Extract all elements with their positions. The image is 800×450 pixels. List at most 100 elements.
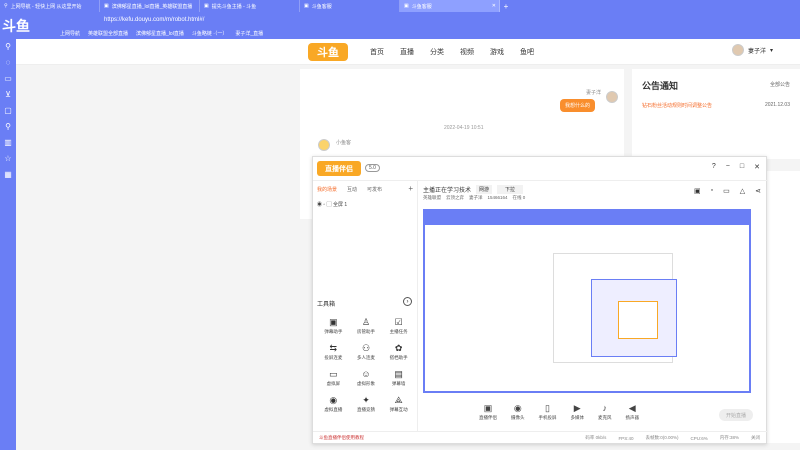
star-icon[interactable]: ☆: [4, 154, 11, 163]
sidebar-logo: 斗鱼: [2, 18, 30, 34]
tab-icon: ▣: [204, 3, 209, 9]
stream-main: 主播正在学习技术 网游 下拉 英雄联盟 云顶之弈 妻子洋 15466164 在线…: [419, 181, 767, 431]
status-bar: 斗鱼直播伴侣使用教程 码率 0kb/s FPS:40 丢帧数:0(0.00%) …: [313, 431, 768, 444]
nav-item[interactable]: 鱼吧: [520, 47, 534, 57]
user-name: 妻子洋: [748, 48, 767, 55]
notice-date: 2021.12.03: [764, 102, 790, 108]
start-live-button[interactable]: 开始直播: [719, 409, 753, 421]
source-button[interactable]: ♪ 麦克风: [598, 403, 612, 421]
bookmark-item[interactable]: 妻子洋_直播: [235, 30, 263, 37]
preview-bar: [425, 211, 749, 225]
help-icon[interactable]: ?: [712, 163, 716, 171]
tab-publish[interactable]: 可发布: [367, 186, 382, 193]
browser-tab[interactable]: ⚲ 上网导航 - 轻快上网 从这里开始: [0, 0, 100, 12]
site-logo[interactable]: 斗鱼: [308, 43, 348, 61]
tool-item[interactable]: ✦ 直播竞猜: [350, 395, 383, 413]
scene-item[interactable]: ◉ ▫ ▢ 全屏 1: [313, 198, 417, 211]
tool-item[interactable]: ◉ 虚拟直播: [317, 395, 350, 413]
source-button[interactable]: ◀ 扬声器: [626, 403, 640, 421]
close-tab-icon[interactable]: ✕: [492, 3, 496, 9]
add-icon[interactable]: +: [408, 185, 413, 193]
notice-title: 公告通知: [642, 81, 679, 91]
nav-item[interactable]: 首页: [370, 47, 384, 57]
url-field[interactable]: https://kefu.douyu.com/m/robot.html#/: [104, 17, 204, 23]
notice-item[interactable]: 钻石粉丝活动规则时间调整公告: [642, 102, 712, 109]
stream-title[interactable]: 主播正在学习技术: [423, 185, 471, 194]
tool-icon: ⚇: [361, 343, 371, 353]
tool-item[interactable]: ☑ 主播任务: [382, 317, 415, 335]
chat-icon[interactable]: ▭: [723, 187, 730, 195]
bell-icon[interactable]: △: [740, 187, 745, 195]
find-icon[interactable]: ⚲: [5, 122, 11, 131]
scene-tabs: 我的场景 互动 可发布 +: [313, 181, 417, 198]
tool-item[interactable]: ⚇ 多人连麦: [350, 343, 383, 361]
user-menu[interactable]: 妻子洋 ▾: [732, 44, 773, 56]
tab-my-scenes[interactable]: 我的场景: [317, 186, 337, 193]
close-link[interactable]: 关闭: [751, 435, 760, 441]
tab-interaction[interactable]: 互动: [347, 186, 357, 193]
tool-item[interactable]: ▤ 弹幕墙: [382, 369, 415, 387]
add-tool-button[interactable]: ›: [403, 297, 412, 306]
category-select[interactable]: 网游: [476, 184, 493, 194]
gift-icon[interactable]: ▣: [694, 187, 701, 195]
tool-item[interactable]: ☺ 虚拟形象: [350, 369, 383, 387]
tool-icon: ✿: [394, 343, 403, 353]
maximize-icon[interactable]: □: [740, 163, 744, 171]
tool-item[interactable]: ✿ 搭档助手: [382, 343, 415, 361]
browser-tab[interactable]: ▣ 斗鱼客服: [300, 0, 400, 12]
bookmark-item[interactable]: 上网导航: [60, 30, 80, 37]
nav-item[interactable]: 视频: [460, 47, 474, 57]
nav-item[interactable]: 游戏: [490, 47, 504, 57]
all-notices-link[interactable]: 全部公告: [770, 81, 790, 88]
sender-label: 妻子洋: [586, 90, 602, 96]
nav-item[interactable]: 分类: [430, 47, 444, 57]
tab-icon: ▣: [404, 3, 409, 9]
tool-item[interactable]: ♙ 房管助手: [350, 317, 383, 335]
reply-sender: 小鱼客: [336, 140, 352, 146]
source-button[interactable]: ▶ 多媒体: [571, 403, 585, 421]
nav-item[interactable]: 直播: [400, 47, 414, 57]
close-icon[interactable]: ✕: [754, 163, 760, 171]
tool-item[interactable]: ▣ 弹幕助手: [317, 317, 350, 335]
source-button[interactable]: ▣ 直播伴侣: [479, 403, 497, 421]
avatar: [318, 139, 330, 151]
source-icon: ▣: [483, 403, 493, 413]
new-tab-button[interactable]: +: [500, 0, 512, 12]
window-icon[interactable]: ▢: [4, 106, 12, 115]
chat-icon[interactable]: ◌: [6, 58, 11, 67]
source-icon: ◀: [628, 403, 636, 413]
grid-icon[interactable]: ▦: [4, 170, 12, 179]
source-button[interactable]: ◉ 摄像头: [511, 403, 525, 421]
eye-icon[interactable]: ◉: [317, 202, 322, 208]
browser-tab-bar: ⚲ 上网导航 - 轻快上网 从这里开始 ▣ 滨佛郁星直播_lol直播_英雄联盟直播 …: [0, 0, 800, 12]
tutorial-link[interactable]: 斗鱼直播伴侣使用教程: [319, 435, 364, 441]
minimize-icon[interactable]: −: [726, 163, 730, 171]
tool-item[interactable]: ⇆ 投屏连麦: [317, 343, 350, 361]
source-button[interactable]: ▯ 手机投屏: [539, 403, 557, 421]
window-titlebar: 直播伴侣 5.0 ? − □ ✕: [313, 157, 768, 181]
bookmark-item[interactable]: 斗鱼略链 ·（一）: [192, 30, 228, 37]
bookmark-item[interactable]: 滨佛郁星直播_lol直播: [136, 30, 184, 37]
tool-item[interactable]: ⟁ 弹幕互动: [382, 395, 415, 413]
tab-icon: ▣: [104, 3, 109, 9]
subcategory-select[interactable]: 下拉: [497, 184, 524, 194]
mail-icon[interactable]: ▭: [4, 74, 12, 83]
cart-icon[interactable]: ⊻: [5, 90, 11, 99]
browser-tab-active[interactable]: ▣ 斗鱼客服 ✕: [400, 0, 500, 12]
tool-icon: ♙: [361, 317, 371, 327]
info-item: 妻子洋: [469, 195, 483, 200]
tool-icon: ▤: [394, 369, 403, 379]
search-icon[interactable]: ⚲: [5, 42, 11, 51]
lock-icon[interactable]: ▫: [323, 202, 325, 208]
share-icon[interactable]: ⋖: [755, 187, 761, 195]
bookmark-item[interactable]: 英雄联盟全部直播: [88, 30, 128, 37]
browser-tab[interactable]: ▣ 提先斗鱼主播 - 斗鱼: [200, 0, 300, 12]
outgoing-message: 我想什么的: [560, 99, 596, 112]
browser-sidebar: 斗鱼 ⚲ ◌ ▭ ⊻ ▢ ⚲ ▥ ☆ ▦: [0, 12, 30, 450]
tab-icon: ⚲: [4, 3, 8, 9]
stream-toolbar: ▣ ▫ ▭ △ ⋖: [694, 187, 761, 195]
lock-icon[interactable]: ▫: [711, 187, 713, 195]
tool-item[interactable]: ▭ 虚拟屏: [317, 369, 350, 387]
book-icon[interactable]: ▥: [4, 138, 12, 147]
browser-tab[interactable]: ▣ 滨佛郁星直播_lol直播_英雄联盟直播: [100, 0, 200, 12]
